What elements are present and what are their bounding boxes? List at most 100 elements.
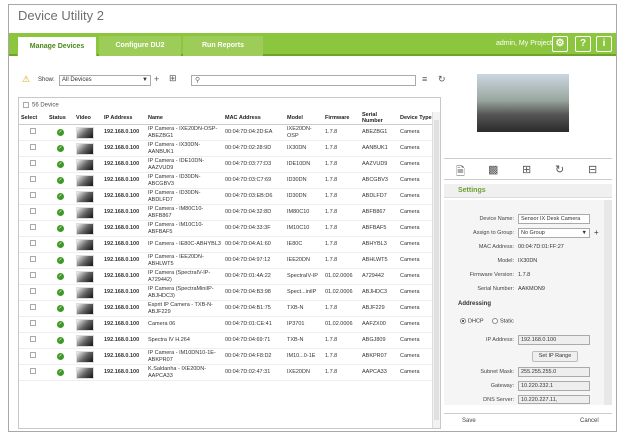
firmware-update-icon[interactable]: ⊟ <box>588 163 597 176</box>
camera-config-icon[interactable]: ⊞ <box>522 163 531 176</box>
status-ok-icon: ✓ <box>57 161 64 168</box>
video-thumbnail[interactable] <box>76 206 94 219</box>
row-checkbox[interactable] <box>30 128 36 135</box>
row-checkbox[interactable] <box>30 160 36 167</box>
reboot-icon[interactable]: ↻ <box>555 163 564 176</box>
row-checkbox[interactable] <box>30 176 36 183</box>
video-thumbnail[interactable] <box>76 158 94 171</box>
row-checkbox[interactable] <box>30 256 36 263</box>
video-thumbnail[interactable] <box>76 238 94 251</box>
row-checkbox[interactable] <box>30 320 36 327</box>
settings-scrollbar[interactable] <box>604 200 612 405</box>
cancel-button[interactable]: Cancel <box>580 418 599 424</box>
table-row[interactable]: ✓ 192.168.0.100 IP Camera - IM10DN10-1E-AB… <box>19 348 433 365</box>
column-header[interactable]: Status <box>47 112 74 125</box>
table-cell: Camera 06 <box>146 316 223 333</box>
search-input[interactable]: ⚲ <box>191 75 416 86</box>
document-icon[interactable]: 🗎 <box>456 163 465 182</box>
discover-devices-icon[interactable]: ⊞ <box>169 73 177 84</box>
video-thumbnail[interactable] <box>76 142 94 155</box>
info-icon[interactable]: i <box>596 36 612 52</box>
device-filter-select[interactable]: All Devices ▼ <box>59 75 151 86</box>
video-thumbnail[interactable] <box>76 270 94 283</box>
column-header[interactable]: Device Type <box>398 112 433 125</box>
column-filter-icon[interactable]: ≡ <box>422 74 427 84</box>
video-thumbnail[interactable] <box>76 350 94 363</box>
table-row[interactable]: ✓ 192.168.0.100 IP Camera - IM80C10-ABFB86… <box>19 204 433 221</box>
row-checkbox[interactable] <box>30 336 36 343</box>
video-thumbnail[interactable] <box>76 302 94 315</box>
video-thumbnail[interactable] <box>76 318 94 331</box>
table-row[interactable]: ✓ 192.168.0.100 IP Camera - IEE20DN-ABHLWT… <box>19 252 433 269</box>
ip-address-input[interactable]: 192.168.0.100 <box>518 335 590 345</box>
table-row[interactable]: ✓ 192.168.0.100 IP Camera (SpectraIV-IP-A7… <box>19 268 433 285</box>
table-row[interactable]: ✓ 192.168.0.100 IP Camera - ID30DN-ABDLFD7… <box>19 188 433 205</box>
table-row[interactable]: ✓ 192.168.0.100 Camera 06 00:04:7D:01:CE:41… <box>19 316 433 333</box>
web-config-icon[interactable]: ▩ <box>488 163 498 176</box>
dhcp-radio[interactable]: DHCP <box>460 318 484 324</box>
row-device-type: Camera <box>400 353 420 360</box>
column-header[interactable]: Firmware <box>323 112 360 125</box>
add-group-icon[interactable]: + <box>594 228 599 237</box>
table-cell <box>74 172 102 189</box>
help-icon[interactable]: ? <box>575 36 591 52</box>
row-checkbox[interactable] <box>30 304 36 311</box>
gateway-input[interactable]: 10.220.232.1 <box>518 381 590 391</box>
tab-run-reports[interactable]: Run Reports <box>183 36 263 56</box>
row-device-type: Camera <box>400 369 420 376</box>
row-checkbox[interactable] <box>30 240 36 247</box>
table-row[interactable]: ✓ 192.168.0.100 Esprit IP Camera - TXB-N-A… <box>19 300 433 317</box>
row-checkbox[interactable] <box>30 208 36 215</box>
table-row[interactable]: ✓ 192.168.0.100 IP Camera - IXE20DN-OSP-AB… <box>19 124 433 141</box>
table-row[interactable]: ✓ 192.168.0.100 IP Camera - ID30DN-ABCGBV3… <box>19 172 433 189</box>
column-header[interactable]: Select <box>19 112 47 125</box>
row-checkbox[interactable] <box>30 368 36 375</box>
row-checkbox[interactable] <box>30 288 36 295</box>
video-thumbnail[interactable] <box>76 366 94 379</box>
video-thumbnail[interactable] <box>76 174 94 187</box>
dns-server-input[interactable]: 10.220.227.11, <box>518 395 590 404</box>
row-checkbox[interactable] <box>30 272 36 279</box>
video-thumbnail[interactable] <box>76 254 94 267</box>
video-thumbnail[interactable] <box>76 222 94 235</box>
row-device-type: Camera <box>400 193 420 200</box>
column-header[interactable]: IP Address <box>102 112 146 125</box>
column-header[interactable]: MAC Address <box>223 112 285 125</box>
add-filter-icon[interactable]: + <box>154 74 159 84</box>
row-name: IP Camera - IM80C10-ABFB867 <box>148 206 204 219</box>
table-row[interactable]: ✓ 192.168.0.100 IP Camera - IDE10DN-AAZVUD… <box>19 156 433 173</box>
grid-scrollbar[interactable] <box>432 112 440 428</box>
set-ip-range-button[interactable]: Set IP Range <box>532 351 578 362</box>
warning-icon[interactable]: ⚠ <box>22 74 30 85</box>
table-row[interactable]: ✓ 192.168.0.100 IP Camera - IM10C10-ABFBAF… <box>19 220 433 237</box>
row-model: TXB-N <box>287 337 304 344</box>
table-row[interactable]: ✓ 192.168.0.100 IP Camera (SpectraMiniIP-A… <box>19 284 433 301</box>
table-row[interactable]: ✓ 192.168.0.100 IP Camera - IE80C-ABHYBL3 0… <box>19 236 433 253</box>
subnet-mask-input[interactable]: 255.255.255.0 <box>518 367 590 377</box>
tab-manage-devices[interactable]: Manage Devices <box>17 36 97 56</box>
row-checkbox[interactable] <box>30 352 36 359</box>
column-header[interactable]: Name <box>146 112 223 125</box>
assign-group-select[interactable]: No Group ▼ <box>518 228 590 238</box>
save-button[interactable]: Save <box>462 418 476 424</box>
select-all-checkbox[interactable] <box>23 102 29 108</box>
column-header[interactable]: Video <box>74 112 102 125</box>
video-thumbnail[interactable] <box>76 126 94 139</box>
device-name-input[interactable]: Sensor IX Desk Camera <box>518 214 590 224</box>
table-row[interactable]: ✓ 192.168.0.100 Spectra IV H.264 00:04:7D:0… <box>19 332 433 349</box>
scrollbar-thumb[interactable] <box>434 120 439 420</box>
tab-configure-du2[interactable]: Configure DU2 <box>99 36 181 56</box>
static-radio[interactable]: Static <box>492 318 514 324</box>
column-header[interactable]: Serial Number <box>360 112 398 125</box>
row-checkbox[interactable] <box>30 192 36 199</box>
video-thumbnail[interactable] <box>76 334 94 347</box>
video-thumbnail[interactable] <box>76 190 94 203</box>
table-row[interactable]: ✓ 192.168.0.100 K.Saldanha - IXE20DN-AAPCA… <box>19 364 433 381</box>
row-checkbox[interactable] <box>30 224 36 231</box>
settings-icon[interactable]: ⚙ <box>552 36 568 52</box>
table-row[interactable]: ✓ 192.168.0.100 IP Camera - IX30DN-AANBUK1… <box>19 140 433 157</box>
row-ip-address: 192.168.0.100 <box>104 321 140 328</box>
row-checkbox[interactable] <box>30 144 36 151</box>
column-header[interactable]: Model <box>285 112 323 125</box>
video-thumbnail[interactable] <box>76 286 94 299</box>
